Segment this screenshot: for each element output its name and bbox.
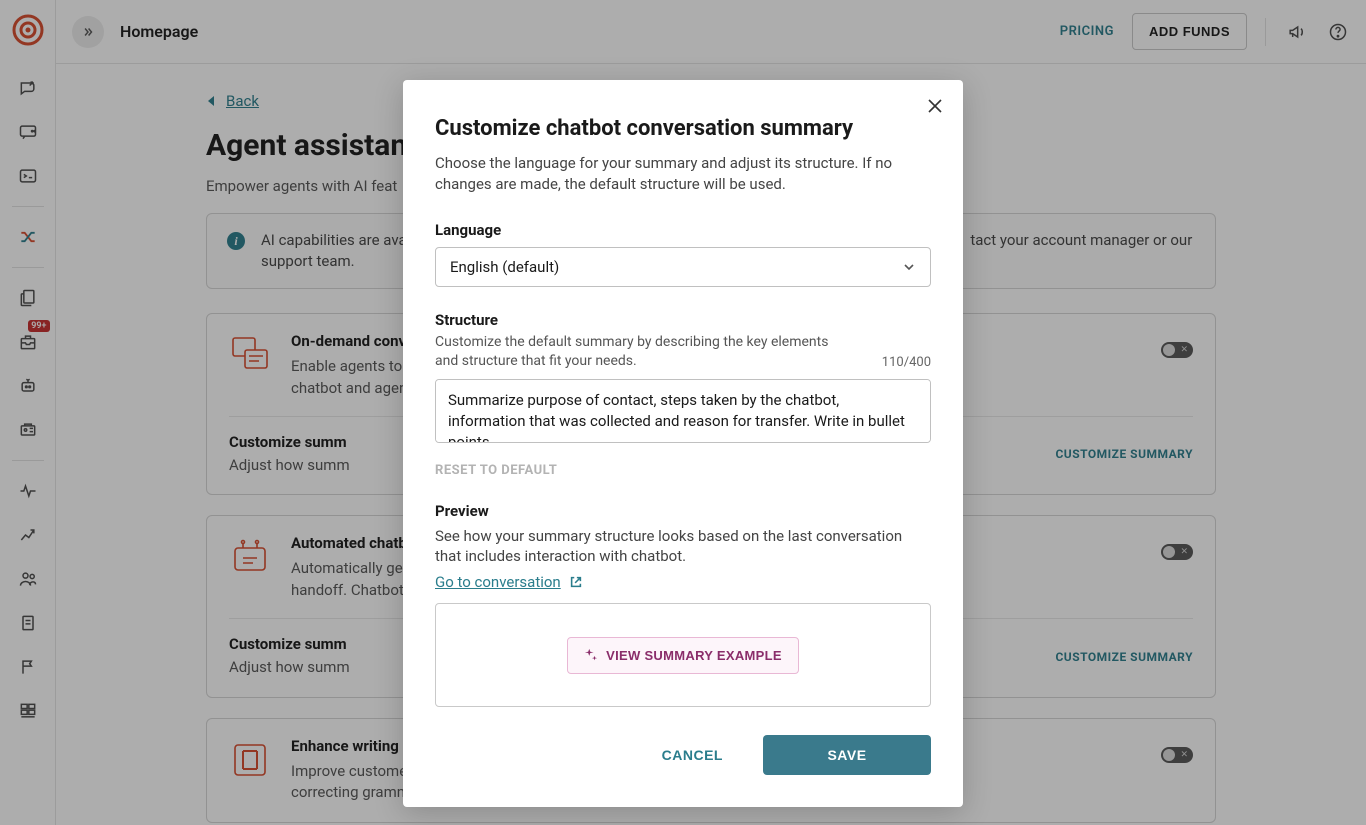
language-value: English (default) [450, 258, 559, 276]
close-icon[interactable] [923, 94, 947, 118]
view-example-label: VIEW SUMMARY EXAMPLE [606, 648, 782, 663]
goto-link-label: Go to conversation [435, 573, 561, 591]
modal-actions: CANCEL SAVE [435, 735, 931, 775]
view-summary-example-button[interactable]: VIEW SUMMARY EXAMPLE [567, 637, 799, 674]
char-counter: 110/400 [882, 355, 931, 370]
chevron-down-icon [902, 260, 916, 274]
external-link-icon [569, 575, 583, 589]
structure-help: Customize the default summary by describ… [435, 333, 855, 371]
language-label: Language [435, 221, 931, 239]
sparkle-icon [584, 648, 598, 662]
language-select[interactable]: English (default) [435, 247, 931, 287]
modal-intro: Choose the language for your summary and… [435, 153, 931, 195]
go-to-conversation-link[interactable]: Go to conversation [435, 573, 583, 591]
cancel-button[interactable]: CANCEL [622, 735, 763, 775]
structure-textarea[interactable] [435, 379, 931, 443]
save-button[interactable]: SAVE [763, 735, 931, 775]
preview-help: See how your summary structure looks bas… [435, 526, 931, 567]
preview-box: VIEW SUMMARY EXAMPLE [435, 603, 931, 707]
modal-title: Customize chatbot conversation summary [435, 116, 931, 141]
customize-summary-modal: Customize chatbot conversation summary C… [403, 80, 963, 807]
preview-label: Preview [435, 502, 931, 520]
reset-to-default-button[interactable]: RESET TO DEFAULT [435, 463, 557, 478]
structure-label: Structure [435, 311, 931, 329]
